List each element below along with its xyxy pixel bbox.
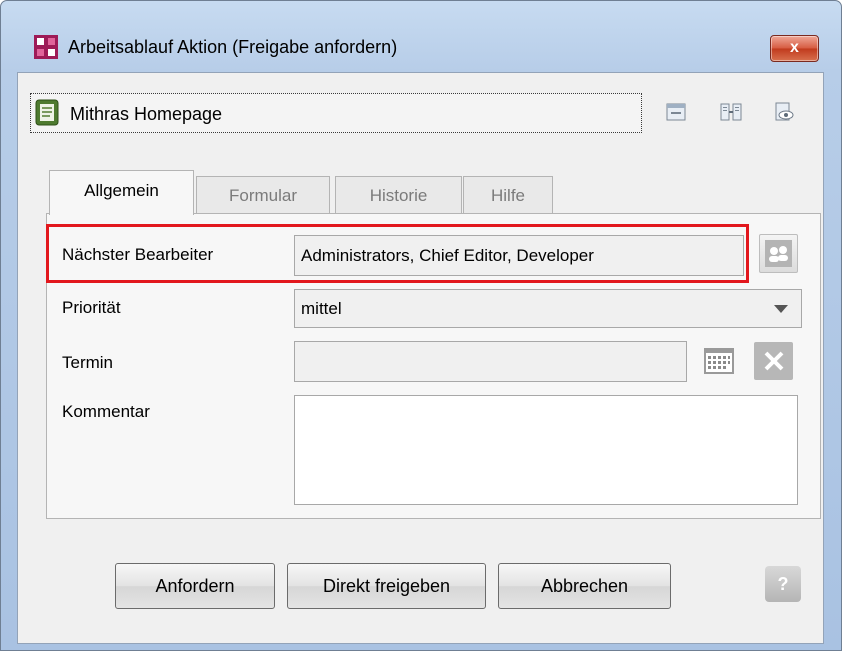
object-name: Mithras Homepage (70, 104, 223, 124)
preview-icon (666, 103, 686, 121)
priority-select[interactable]: mittel (294, 289, 802, 328)
comment-label: Kommentar (62, 402, 150, 421)
deadline-label: Termin (62, 353, 114, 372)
users-icon (765, 240, 792, 267)
view-button[interactable] (765, 94, 803, 130)
view-icon (775, 102, 794, 121)
tab-hilfe[interactable]: Hilfe (463, 176, 553, 215)
next-editor-label: Nächster Bearbeiter (62, 245, 214, 264)
request-button[interactable]: Anfordern (115, 563, 275, 609)
dropdown-arrow-icon (774, 305, 788, 313)
tab-bar: Allgemein Formular Historie Hilfe (0, 170, 842, 215)
close-button[interactable]: x (770, 35, 819, 62)
compare-icon (720, 103, 742, 121)
deadline-field[interactable] (294, 341, 687, 382)
preview-button[interactable] (657, 94, 695, 130)
tab-allgemein[interactable]: Allgemein (49, 170, 194, 215)
app-icon (34, 35, 58, 59)
next-editor-field[interactable]: Administrators, Chief Editor, Developer (294, 235, 744, 276)
page-icon (35, 99, 59, 126)
tab-formular[interactable]: Formular (196, 176, 330, 215)
clear-icon (764, 351, 784, 371)
calendar-icon (704, 348, 734, 374)
direct-release-button[interactable]: Direkt freigeben (287, 563, 486, 609)
title-bar (0, 0, 842, 34)
priority-label: Priorität (62, 298, 121, 317)
clear-deadline-button[interactable] (754, 342, 793, 380)
tab-historie[interactable]: Historie (335, 176, 462, 215)
select-users-button[interactable] (759, 234, 798, 273)
help-icon[interactable]: ? (765, 566, 801, 602)
compare-button[interactable] (711, 94, 749, 130)
window-title: Arbeitsablauf Aktion (Freigabe anfordern… (68, 37, 398, 57)
comment-textarea[interactable] (294, 395, 798, 505)
calendar-button[interactable] (699, 341, 739, 381)
priority-dropdown-button[interactable] (764, 292, 798, 325)
cancel-button[interactable]: Abbrechen (498, 563, 671, 609)
